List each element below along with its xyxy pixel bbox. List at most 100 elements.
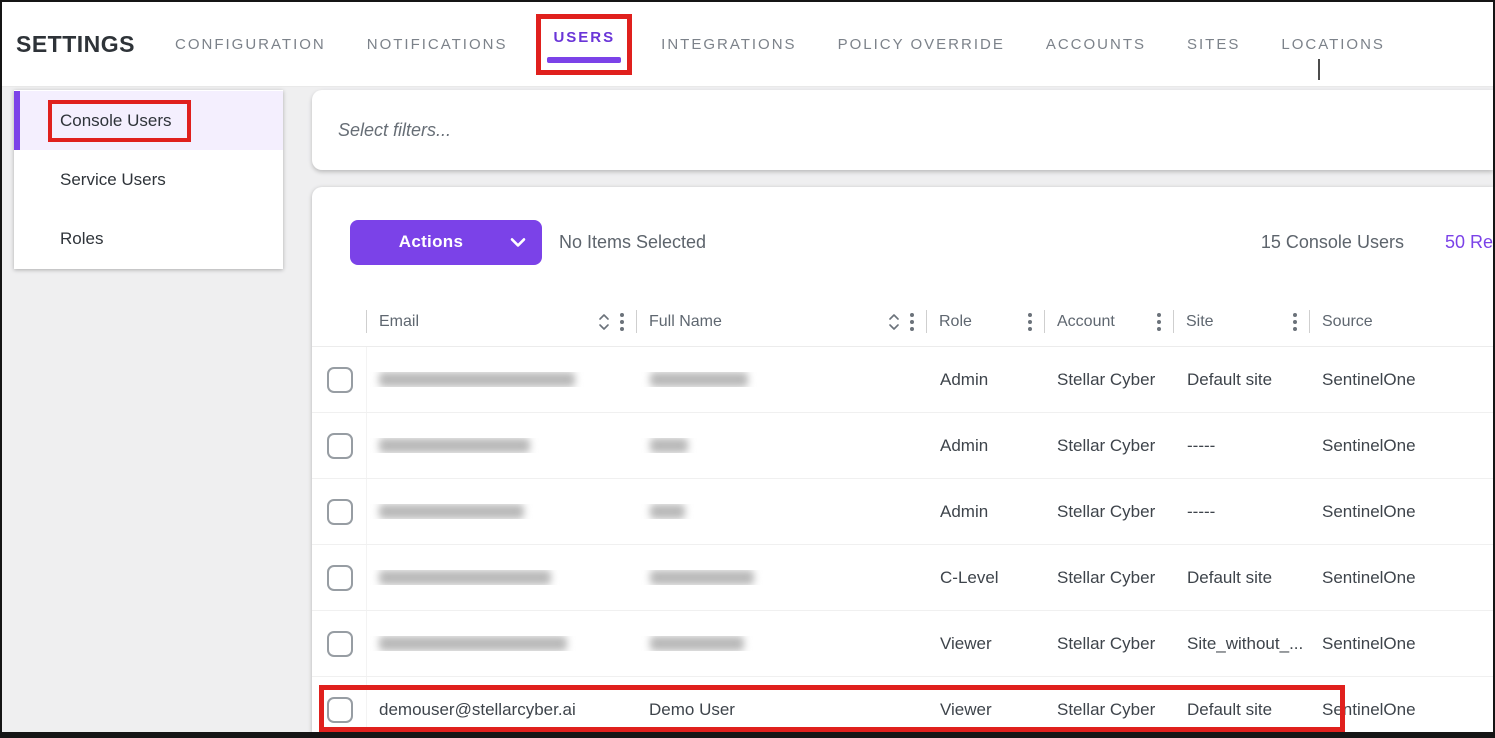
- cell-email: [367, 372, 637, 387]
- cell-email: [367, 504, 637, 519]
- tab-notifications[interactable]: NOTIFICATIONS: [367, 36, 508, 53]
- tab-accounts[interactable]: ACCOUNTS: [1046, 36, 1146, 53]
- console-users-table: EmailFull NameRoleAccountSiteSource Admi…: [312, 297, 1493, 732]
- cell-site: Site_without_...: [1174, 634, 1310, 654]
- row-checkbox-cell: [312, 611, 367, 676]
- settings-header: SETTINGS CONFIGURATION NOTIFICATIONS USERS…: [2, 2, 1493, 87]
- cell-full-name: [637, 636, 927, 651]
- column-header-controls: [598, 313, 637, 331]
- cell-account: Stellar Cyber: [1045, 502, 1174, 522]
- role-link[interactable]: Admin: [940, 436, 988, 456]
- column-header-role: Role: [927, 297, 1045, 346]
- row-checkbox-cell: [312, 479, 367, 544]
- filter-placeholder: Select filters...: [338, 120, 451, 141]
- cell-email: demouser@stellarcyber.ai: [367, 700, 637, 720]
- redacted-email: [379, 570, 551, 585]
- sidebar-item-label: Console Users: [60, 111, 172, 130]
- cell-source: SentinelOne: [1310, 634, 1493, 654]
- cell-source: SentinelOne: [1310, 568, 1493, 588]
- redacted-full-name: [650, 438, 688, 453]
- redacted-email: [379, 504, 524, 519]
- sort-icon[interactable]: [888, 313, 900, 331]
- cell-site: Default site: [1174, 568, 1310, 588]
- sidebar-item-console-users[interactable]: Console Users: [14, 91, 283, 150]
- actions-button-label: Actions: [399, 232, 463, 252]
- records-per-page[interactable]: 50 Re: [1445, 232, 1493, 253]
- chevron-down-icon: [510, 237, 526, 247]
- sidebar-item-service-users[interactable]: Service Users: [14, 150, 283, 209]
- table-row: AdminStellar CyberDefault siteSentinelOn…: [312, 347, 1493, 413]
- table-row: Admin Stellar Cyber-----SentinelOne: [312, 479, 1493, 545]
- role-link[interactable]: Admin: [940, 370, 988, 390]
- row-checkbox[interactable]: [327, 433, 353, 459]
- filter-bar[interactable]: Select filters...: [312, 90, 1493, 170]
- cell-role: Viewer: [927, 700, 1045, 720]
- role-link[interactable]: Admin: [940, 502, 988, 522]
- annotation-box-console-users: Console Users: [48, 100, 191, 142]
- column-header-site: Site: [1174, 297, 1310, 346]
- redacted-full-name: [650, 372, 748, 387]
- column-menu-icon[interactable]: [1293, 313, 1297, 331]
- cell-email: [367, 570, 637, 585]
- row-checkbox[interactable]: [327, 499, 353, 525]
- cell-site: Default site: [1174, 700, 1310, 720]
- column-menu-icon[interactable]: [910, 313, 914, 331]
- cell-source: SentinelOne: [1310, 700, 1493, 720]
- column-header-email: Email: [367, 297, 637, 346]
- cell-account: Stellar Cyber: [1045, 700, 1174, 720]
- role-link[interactable]: C-Level: [940, 568, 999, 588]
- cell-site: -----: [1174, 502, 1310, 522]
- column-header-source: Source: [1310, 297, 1493, 346]
- active-tab-underline: [547, 57, 621, 63]
- column-menu-icon[interactable]: [1028, 313, 1032, 331]
- text-cursor-mark: [1318, 59, 1320, 80]
- redacted-full-name: [650, 504, 685, 519]
- cell-full-name: [637, 438, 927, 453]
- cell-source: SentinelOne: [1310, 502, 1493, 522]
- sidebar-item-label: Service Users: [60, 170, 166, 190]
- cell-site: -----: [1174, 436, 1310, 456]
- cell-account: Stellar Cyber: [1045, 634, 1174, 654]
- table-row: AdminStellar Cyber-----SentinelOne: [312, 413, 1493, 479]
- cell-account: Stellar Cyber: [1045, 568, 1174, 588]
- role-link[interactable]: Viewer: [940, 634, 992, 654]
- cell-email: [367, 438, 637, 453]
- row-checkbox[interactable]: [327, 565, 353, 591]
- tab-configuration[interactable]: CONFIGURATION: [175, 36, 326, 53]
- column-header-controls: [888, 313, 927, 331]
- column-header-label: Source: [1322, 313, 1373, 331]
- column-menu-icon[interactable]: [620, 313, 624, 331]
- redacted-email: [379, 372, 575, 387]
- tab-locations[interactable]: LOCATIONS: [1281, 36, 1385, 53]
- cell-full-name: [637, 504, 927, 519]
- column-header-label: Full Name: [649, 313, 722, 331]
- row-checkbox[interactable]: [327, 697, 353, 723]
- tab-sites[interactable]: SITES: [1187, 36, 1240, 53]
- table-row: C-Level Stellar CyberDefault siteSentinel…: [312, 545, 1493, 611]
- table-header-row: EmailFull NameRoleAccountSiteSource: [312, 297, 1493, 347]
- redacted-full-name: [650, 636, 744, 651]
- row-checkbox-cell: [312, 413, 367, 478]
- row-checkbox[interactable]: [327, 367, 353, 393]
- tab-policy-override[interactable]: POLICY OVERRIDE: [838, 36, 1005, 53]
- actions-button[interactable]: Actions: [350, 220, 542, 265]
- console-users-count: 15 Console Users: [1261, 232, 1404, 253]
- sort-icon[interactable]: [598, 313, 610, 331]
- role-link[interactable]: Viewer: [940, 700, 992, 720]
- cell-account: Stellar Cyber: [1045, 370, 1174, 390]
- redacted-email: [379, 438, 530, 453]
- sidebar-item-roles[interactable]: Roles: [14, 209, 283, 268]
- sidebar: Console Users Service Users Roles: [14, 90, 283, 269]
- table-body: AdminStellar CyberDefault siteSentinelOn…: [312, 347, 1493, 732]
- table-toolbar: Actions No Items Selected 15 Console Use…: [312, 187, 1493, 297]
- cell-site: Default site: [1174, 370, 1310, 390]
- row-checkbox-cell: [312, 677, 367, 732]
- annotation-box-users-tab: USERS: [536, 14, 632, 75]
- page-title: SETTINGS: [16, 31, 135, 58]
- row-checkbox[interactable]: [327, 631, 353, 657]
- tab-users[interactable]: USERS: [553, 29, 615, 46]
- tab-integrations[interactable]: INTEGRATIONS: [661, 36, 796, 53]
- toolbar-right: 15 Console Users 50 Re: [1261, 232, 1493, 253]
- column-menu-icon[interactable]: [1157, 313, 1161, 331]
- header-checkbox-cell: [312, 297, 367, 346]
